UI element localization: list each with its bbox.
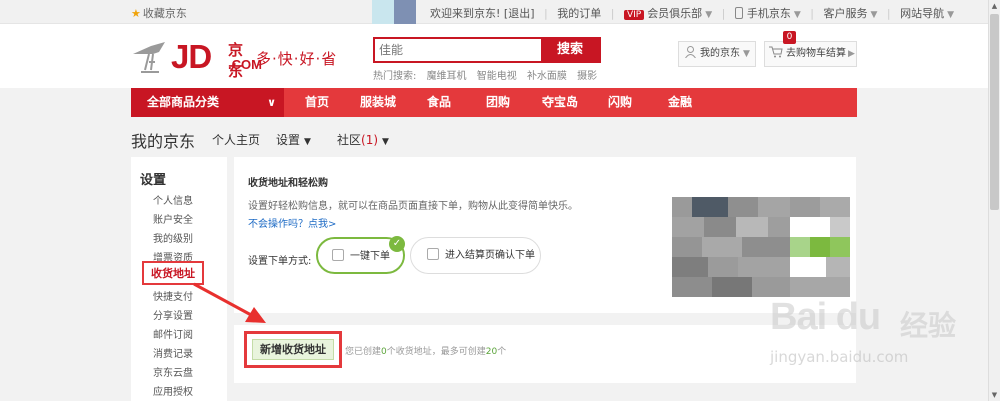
customer-service-link[interactable]: 客户服务 ▼	[823, 5, 877, 21]
my-orders-link[interactable]: 我的订单	[557, 5, 601, 21]
cart-count-badge: 0	[783, 31, 796, 44]
sidebar-item-personal-info[interactable]: 个人信息	[153, 192, 193, 207]
max-count: 20	[485, 347, 498, 357]
sidebar-item-cloud-disk[interactable]: 京东云盘	[153, 364, 193, 379]
sidebar-item-consumption-records[interactable]: 消费记录	[153, 345, 193, 360]
top-bar: ★ 收藏京东 欢迎来到京东! [退出] | 我的订单 | VIP 会员俱乐部 ▼ | …	[0, 0, 988, 24]
hot-search-item[interactable]: 魔维耳机	[427, 71, 467, 82]
address-count-info: 您已创建0个收货地址，最多可创建20个	[345, 347, 507, 357]
site-nav-link[interactable]: 网站导航 ▼	[900, 5, 954, 21]
all-categories-button[interactable]: 全部商品分类 ∨	[131, 88, 284, 117]
cart-icon	[769, 46, 783, 58]
settings-menu[interactable]: 设置 ▼	[276, 131, 311, 148]
sidebar-item-app-authorization[interactable]: 应用授权	[153, 383, 193, 398]
sidebar-item-account-security[interactable]: 账户安全	[153, 211, 193, 226]
checkout-icon	[427, 248, 439, 260]
personal-home-link[interactable]: 个人主页	[212, 131, 260, 148]
baidu-watermark: Bai du 经验 jingyan.baidu.com	[758, 290, 988, 390]
nav-item-flash-sale[interactable]: 闪购	[608, 88, 632, 117]
chevron-down-icon: ∨	[267, 96, 276, 109]
search-button[interactable]: 搜索	[541, 39, 599, 61]
slogan: 多·快·好·省	[256, 50, 338, 68]
nav-item-home[interactable]: 首页	[305, 88, 329, 117]
order-mode-label: 设置下单方式:	[248, 256, 312, 267]
user-icon	[685, 46, 696, 58]
watermark-brand: Bai du	[770, 296, 881, 338]
hot-label: 热门搜索:	[373, 71, 417, 82]
blurred-image	[372, 0, 416, 24]
sidebar-item-quick-pay[interactable]: 快捷支付	[153, 288, 193, 303]
nav-item-food[interactable]: 食品	[427, 88, 451, 117]
hot-search-item[interactable]: 智能电视	[477, 71, 517, 82]
main-nav: 全部商品分类 ∨ 首页 服装城 食品 团购 夺宝岛 闪购 金融	[131, 88, 857, 117]
vertical-scrollbar[interactable]: ▲ ▼	[988, 0, 1000, 401]
sidebar-item-share-settings[interactable]: 分享设置	[153, 307, 193, 322]
hot-searches: 热门搜索: 魔维耳机 智能电视 补水面膜 摄影	[373, 67, 604, 82]
scroll-up-arrow-icon[interactable]: ▲	[989, 0, 1000, 12]
checkmark-icon: ✓	[389, 236, 405, 252]
settings-sidebar: 设置 个人信息 账户安全 我的级别 增票资质 收货地址 快捷支付 分享设置 邮件…	[131, 157, 227, 401]
nav-item-groupbuy[interactable]: 团购	[486, 88, 510, 117]
cart-button[interactable]: 去购物车结算 ▶ 0	[764, 31, 857, 67]
checkout-order-option[interactable]: 进入结算页确认下单	[410, 237, 541, 274]
chevron-down-icon: ▼	[793, 10, 801, 20]
sidebar-item-address[interactable]: 收货地址	[142, 261, 204, 285]
community-menu[interactable]: 社区(1) ▼	[337, 131, 389, 148]
pixelated-image	[672, 197, 850, 297]
add-address-highlight: 新增收货地址	[244, 331, 342, 368]
logo-jd-text: JD	[171, 38, 212, 75]
page-title: 我的京东	[131, 132, 196, 151]
chevron-down-icon: ▼	[382, 137, 389, 147]
header: JD 京东 .COM 多·快·好·省 搜索 热门搜索: 魔维耳机 智能电视 补水…	[0, 24, 988, 88]
community-count: (1)	[361, 133, 379, 147]
add-address-button[interactable]: 新增收货地址	[252, 339, 334, 360]
nav-item-clothing[interactable]: 服装城	[360, 88, 396, 117]
chevron-down-icon: ▼	[743, 49, 750, 59]
panel-description: 设置好轻松购信息，就可以在商品页面直接下单，购物从此变得简单快乐。	[248, 201, 578, 212]
vip-badge: VIP	[623, 10, 645, 20]
page-title-row: 我的京东 个人主页 设置 ▼ 社区(1) ▼	[131, 117, 857, 157]
nav-item-auction[interactable]: 夺宝岛	[542, 88, 578, 117]
sidebar-item-email-subscription[interactable]: 邮件订阅	[153, 326, 193, 341]
favorite-link[interactable]: ★ 收藏京东	[131, 5, 187, 21]
help-link[interactable]: 不会操作吗？点我>	[248, 215, 336, 230]
phone-icon	[734, 7, 743, 19]
one-click-icon	[332, 249, 344, 261]
star-icon: ★	[131, 7, 141, 20]
hot-search-item[interactable]: 摄影	[577, 71, 597, 82]
welcome-text[interactable]: 欢迎来到京东! [退出]	[430, 5, 535, 21]
nav-item-finance[interactable]: 金融	[668, 88, 692, 117]
top-nav: 欢迎来到京东! [退出] | 我的订单 | VIP 会员俱乐部 ▼ | 手机京东 ▼ …	[430, 5, 955, 21]
chevron-down-icon: ▼	[947, 10, 955, 20]
search-box: 搜索	[373, 37, 601, 63]
search-input[interactable]	[375, 39, 541, 61]
scrollbar-thumb[interactable]	[990, 14, 999, 210]
sidebar-item-my-level[interactable]: 我的级别	[153, 230, 193, 245]
hot-search-item[interactable]: 补水面膜	[527, 71, 567, 82]
chevron-down-icon: ▼	[705, 10, 713, 20]
vip-club-link[interactable]: VIP 会员俱乐部 ▼	[623, 5, 713, 21]
my-jd-button[interactable]: 我的京东 ▼	[678, 41, 756, 67]
jd-dog-logo-icon	[133, 42, 165, 73]
scroll-down-arrow-icon[interactable]: ▼	[989, 389, 1000, 401]
mobile-jd-link[interactable]: 手机京东 ▼	[734, 5, 801, 21]
watermark-brand-cn: 经验	[900, 309, 957, 342]
sidebar-heading: 设置	[140, 173, 167, 188]
chevron-down-icon: ▼	[304, 137, 311, 147]
watermark-url: jingyan.baidu.com	[770, 348, 909, 366]
chevron-down-icon: ▼	[870, 10, 878, 20]
panel-title: 收货地址和轻松购	[248, 178, 328, 189]
chevron-right-icon: ▶	[848, 49, 855, 59]
